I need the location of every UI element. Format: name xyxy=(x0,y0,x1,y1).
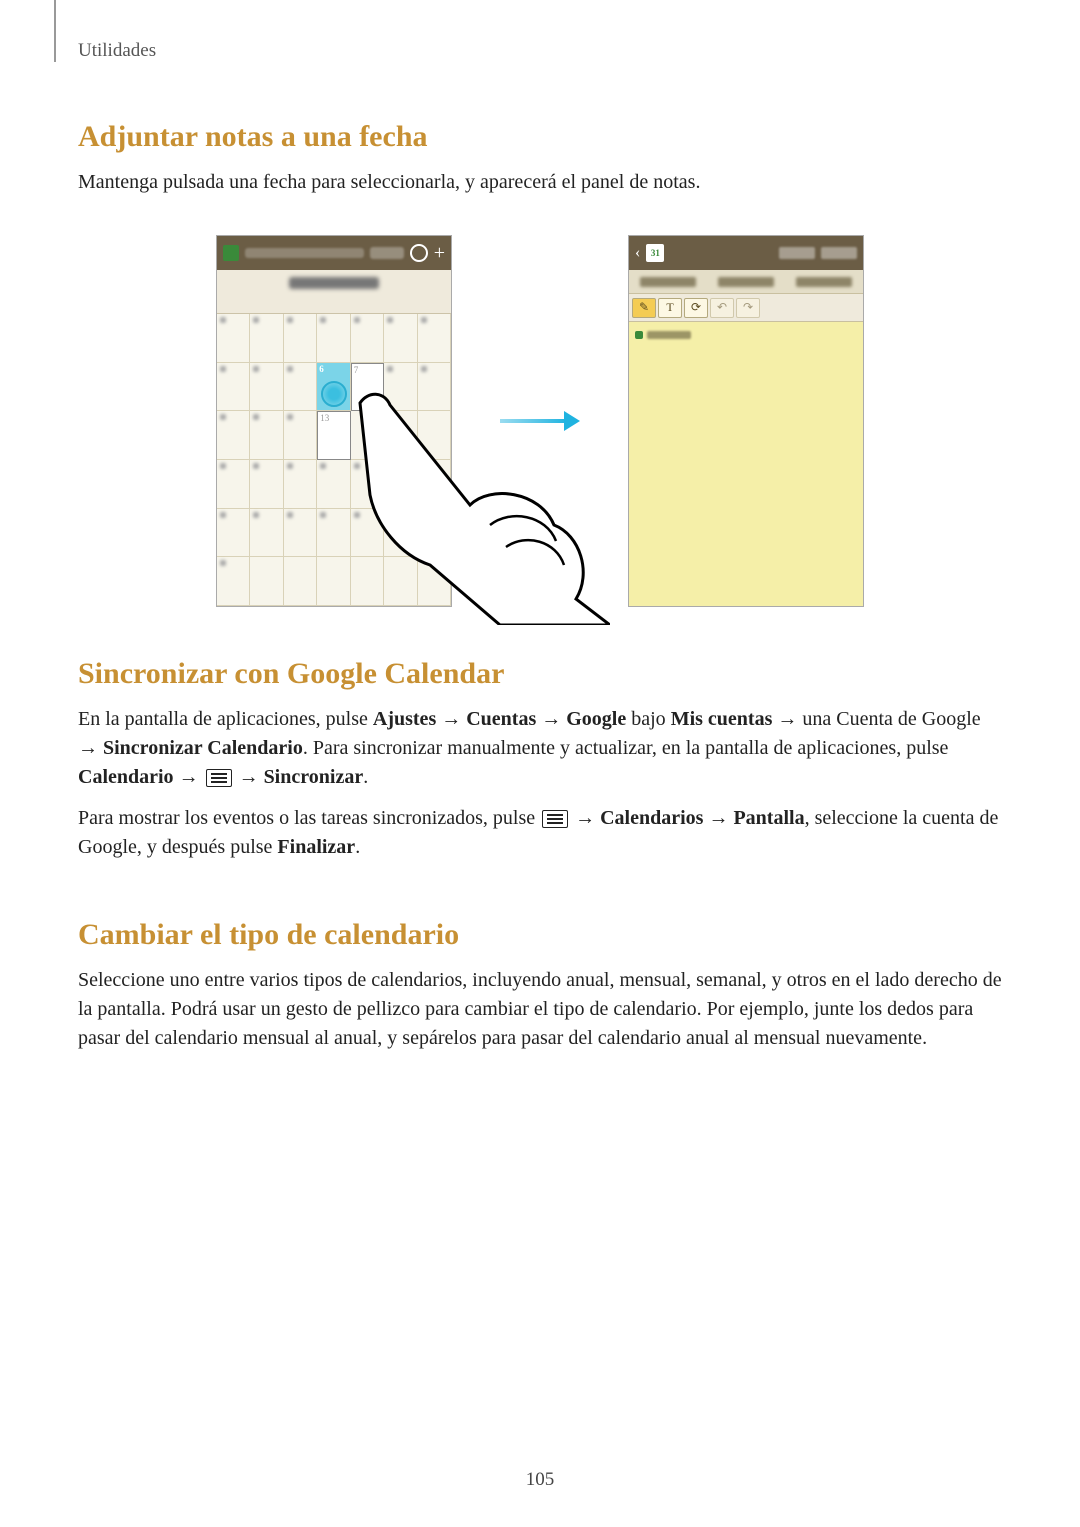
running-head: Utilidades xyxy=(78,40,1002,62)
notes-tabs xyxy=(629,270,863,294)
heading-adjuntar-notas: Adjuntar notas a una fecha xyxy=(78,120,1002,154)
bold-sincronizar: Sincronizar xyxy=(264,766,364,788)
month-label-blur xyxy=(289,277,379,289)
figure-row: + 6 7 13 xyxy=(78,235,1002,607)
arrow-glyph: → xyxy=(436,708,466,730)
bold-pantalla: Pantalla xyxy=(733,807,804,829)
menu-icon xyxy=(542,810,568,828)
save-button-blur xyxy=(821,247,857,259)
page-content: Utilidades Adjuntar notas a una fecha Ma… xyxy=(0,0,1080,1053)
bold-mis-cuentas: Mis cuentas xyxy=(671,708,773,730)
redo-icon: ↷ xyxy=(736,298,760,318)
calendar-weekday-row xyxy=(217,296,451,314)
text: . xyxy=(363,766,368,788)
notes-app-bar: ‹ 31 xyxy=(629,236,863,270)
pen-tool-icon: ✎ xyxy=(632,298,656,318)
para-cambiar-tipo: Seleccione uno entre varios tipos de cal… xyxy=(78,966,1002,1053)
app-icon xyxy=(223,245,239,261)
tag-label-blur xyxy=(647,331,691,339)
menu-icon xyxy=(206,769,232,787)
bold-sincronizar-calendario: Sincronizar Calendario xyxy=(103,737,303,759)
bold-google: Google xyxy=(566,708,626,730)
arrow-glyph: → xyxy=(174,766,204,788)
calendar-date-icon: 31 xyxy=(646,244,664,262)
tag-color-icon xyxy=(635,331,643,339)
arrow-glyph: → xyxy=(536,708,566,730)
para-sincronizar-1: En la pantalla de aplicaciones, pulse Aj… xyxy=(78,705,1002,792)
today-button-blur xyxy=(370,247,404,259)
notes-canvas xyxy=(629,348,863,607)
calendar-month-row xyxy=(217,270,451,296)
heading-cambiar-tipo: Cambiar el tipo de calendario xyxy=(78,918,1002,952)
cancel-button-blur xyxy=(779,247,815,259)
back-icon: ‹ xyxy=(635,244,640,262)
tab-add-event-blur xyxy=(640,277,696,287)
undo-icon: ↶ xyxy=(710,298,734,318)
arrow-glyph: → xyxy=(570,807,600,829)
plus-icon: + xyxy=(434,243,445,263)
screenshot-notes-panel: ‹ 31 ✎ T ⟳ ↶ ↷ xyxy=(628,235,864,607)
clock-icon xyxy=(410,244,428,262)
bold-ajustes: Ajustes xyxy=(373,708,436,730)
text: . xyxy=(355,836,360,858)
para-sincronizar-2: Para mostrar los eventos o las tareas si… xyxy=(78,804,1002,862)
tab-add-memo-blur xyxy=(796,277,852,287)
hand-illustration xyxy=(340,385,610,625)
heading-sincronizar-google: Sincronizar con Google Calendar xyxy=(78,657,1002,691)
notes-toolbar: ✎ T ⟳ ↶ ↷ xyxy=(629,294,863,322)
tab-add-task-blur xyxy=(718,277,774,287)
calendar-app-bar: + xyxy=(217,236,451,270)
bold-finalizar: Finalizar xyxy=(277,836,355,858)
arrow-glyph: → xyxy=(234,766,264,788)
text-tool-icon: T xyxy=(658,298,682,318)
page-number: 105 xyxy=(0,1469,1080,1491)
para-adjuntar-notas: Mantenga pulsada una fecha para seleccio… xyxy=(78,168,1002,197)
text: En la pantalla de aplicaciones, pulse xyxy=(78,708,373,730)
bold-calendario: Calendario xyxy=(78,766,174,788)
app-title-blur xyxy=(245,248,364,258)
bold-calendarios: Calendarios xyxy=(600,807,703,829)
text: bajo xyxy=(626,708,670,730)
text: Para mostrar los eventos o las tareas si… xyxy=(78,807,540,829)
notes-date-tag xyxy=(629,322,863,348)
bold-cuentas: Cuentas xyxy=(466,708,536,730)
text: . Para sincronizar manualmente y actuali… xyxy=(303,737,949,759)
arrow-glyph: → xyxy=(703,807,733,829)
eraser-tool-icon: ⟳ xyxy=(684,298,708,318)
